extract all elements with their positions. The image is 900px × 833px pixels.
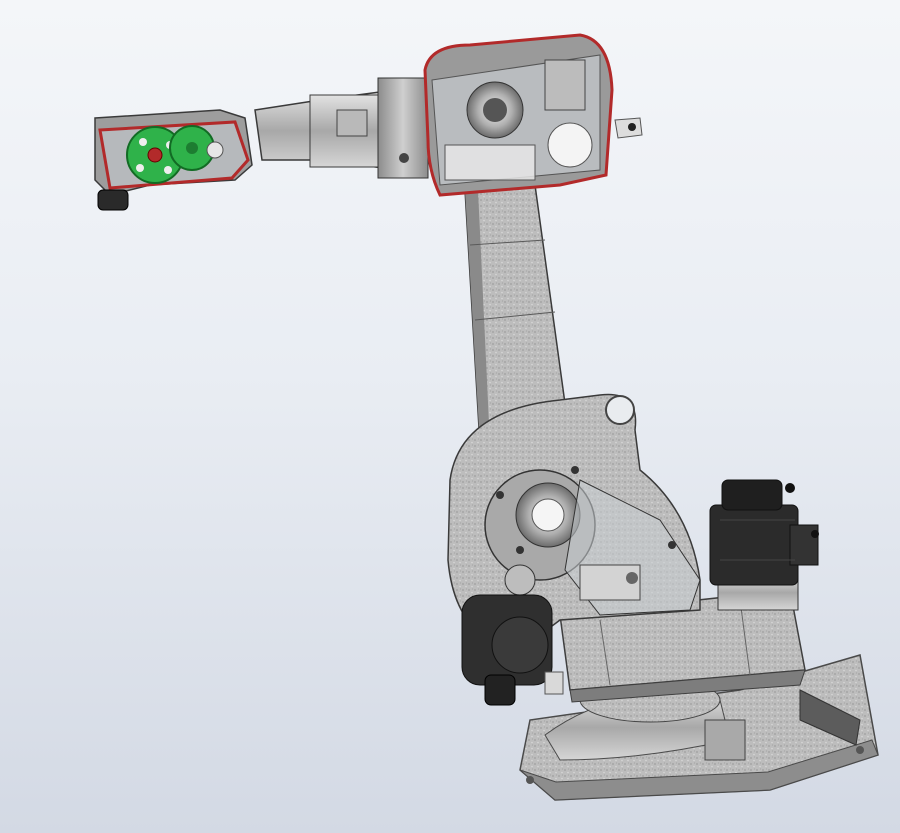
cad-viewport[interactable]	[0, 0, 900, 833]
elbow-housing[interactable]	[423, 33, 643, 197]
forearm-tube[interactable]	[254, 77, 429, 179]
robot-arm-model[interactable]	[0, 0, 900, 833]
wrist-motor-lower[interactable]	[461, 594, 564, 706]
axis-motor[interactable]	[709, 479, 819, 611]
wrist-housing[interactable]	[94, 109, 253, 211]
